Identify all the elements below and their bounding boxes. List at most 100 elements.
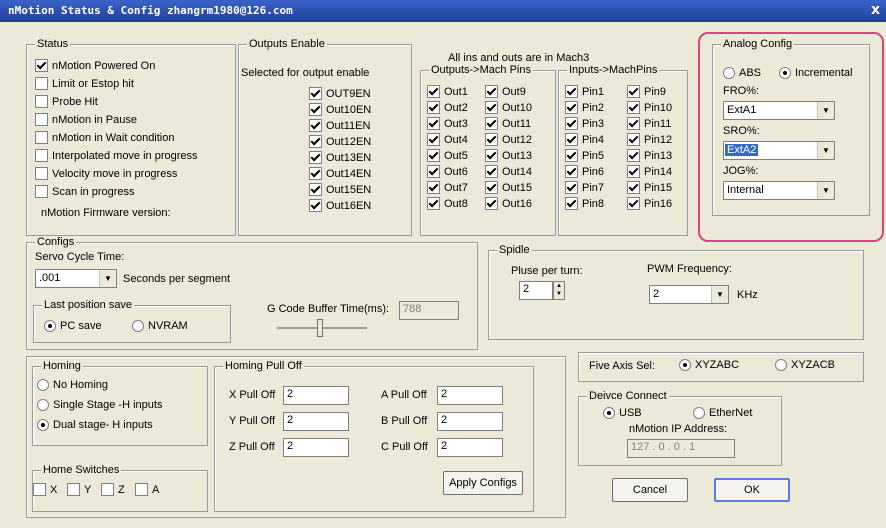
servo-select[interactable]: .001 ▼ (35, 269, 117, 288)
xyzacb-radio[interactable]: XYZACB (775, 359, 835, 371)
abs-radio[interactable]: ABS (723, 67, 761, 79)
chevron-down-icon[interactable]: ▼ (817, 182, 834, 199)
out-pin[interactable]: Out14 (485, 165, 532, 178)
checkbox-box (565, 101, 578, 114)
home-switch[interactable]: Z (101, 483, 125, 496)
homing-option[interactable]: Single Stage -H inputs (37, 399, 162, 411)
chevron-down-icon[interactable]: ▼ (99, 270, 116, 287)
sro-select[interactable]: ExtA2 ▼ (723, 141, 835, 160)
out-pin[interactable]: Out10 (485, 101, 532, 114)
in-pin[interactable]: Pin14 (627, 165, 672, 178)
in-pin[interactable]: Pin9 (627, 85, 666, 98)
in-pin[interactable]: Pin7 (565, 181, 604, 194)
chevron-down-icon[interactable]: ▼ (817, 102, 834, 119)
status-item[interactable]: nMotion in Wait condition (35, 131, 175, 144)
pwm-unit: KHz (737, 289, 758, 301)
out-pin[interactable]: Out6 (427, 165, 468, 178)
chevron-down-icon[interactable]: ▼ (711, 286, 728, 303)
ok-button[interactable]: OK (714, 478, 790, 502)
z-pull-off-input[interactable]: 2 (283, 438, 349, 457)
checkbox-box (485, 149, 498, 162)
gcode-slider-thumb[interactable] (317, 319, 323, 337)
status-item[interactable]: nMotion in Pause (35, 113, 137, 126)
out-pin[interactable]: Out5 (427, 149, 468, 162)
in-pin[interactable]: Pin8 (565, 197, 604, 210)
ip-input[interactable]: 127 . 0 . 0 . 1 (627, 439, 735, 458)
in-pin[interactable]: Pin3 (565, 117, 604, 130)
out-pin[interactable]: Out8 (427, 197, 468, 210)
status-item[interactable]: Scan in progress (35, 185, 135, 198)
status-item[interactable]: Velocity move in progress (35, 167, 177, 180)
output-enable-0[interactable]: OUT9EN (309, 87, 371, 100)
out-pin[interactable]: Out1 (427, 85, 468, 98)
home-switch[interactable]: X (33, 483, 57, 496)
y-pull-off-input[interactable]: 2 (283, 412, 349, 431)
status-item[interactable]: nMotion Powered On (35, 59, 155, 72)
pulse-input[interactable]: 2 (519, 281, 553, 300)
x-pull-off-input[interactable]: 2 (283, 386, 349, 405)
output-enable-1[interactable]: Out10EN (309, 103, 371, 116)
homing-option[interactable]: No Homing (37, 379, 108, 391)
b-pull-off-input[interactable]: 2 (437, 412, 503, 431)
fro-select[interactable]: ExtA1 ▼ (723, 101, 835, 120)
a-pull-off-input[interactable]: 2 (437, 386, 503, 405)
out-pin[interactable]: Out13 (485, 149, 532, 162)
checkbox-box (427, 117, 440, 130)
in-pin[interactable]: Pin4 (565, 133, 604, 146)
output-enable-3-label: Out12EN (326, 135, 372, 148)
in-pin[interactable]: Pin13 (627, 149, 672, 162)
jog-select[interactable]: Internal ▼ (723, 181, 835, 200)
output-enable-5[interactable]: Out14EN (309, 167, 371, 180)
in-pin[interactable]: Pin5 (565, 149, 604, 162)
out-pin[interactable]: Out15 (485, 181, 532, 194)
homing-option-label: Dual stage- H inputs (53, 419, 153, 431)
in-pin-label: Pin1 (582, 85, 605, 98)
xyzabc-radio[interactable]: XYZABC (679, 359, 739, 371)
in-pin[interactable]: Pin10 (627, 101, 672, 114)
incremental-radio[interactable]: Incremental (779, 67, 852, 79)
out-pin[interactable]: Out11 (485, 117, 531, 130)
pulse-spinner[interactable]: ▲ ▼ (553, 281, 565, 300)
checkbox-box (565, 117, 578, 130)
in-pin[interactable]: Pin16 (627, 197, 672, 210)
out-pin[interactable]: Out3 (427, 117, 468, 130)
out-pin[interactable]: Out12 (485, 133, 532, 146)
in-pin[interactable]: Pin6 (565, 165, 604, 178)
output-enable-6[interactable]: Out15EN (309, 183, 371, 196)
out-pin[interactable]: Out7 (427, 181, 468, 194)
home-switch[interactable]: A (135, 483, 159, 496)
in-pin[interactable]: Pin12 (627, 133, 672, 146)
homing-option[interactable]: Dual stage- H inputs (37, 419, 153, 431)
cancel-button[interactable]: Cancel (612, 478, 688, 502)
pc-save-radio[interactable]: PC save (44, 320, 102, 332)
c-pull-off-input[interactable]: 2 (437, 438, 503, 457)
out-pin[interactable]: Out16 (485, 197, 532, 210)
output-enable-7[interactable]: Out16EN (309, 199, 371, 212)
chevron-down-icon[interactable]: ▼ (817, 142, 834, 159)
ethernet-radio[interactable]: EtherNet (693, 407, 752, 419)
c-pull-off-label: C Pull Off (381, 441, 428, 453)
status-item[interactable]: Probe Hit (35, 95, 98, 108)
spindle-group: Spidle Pluse per turn: 2 ▲ ▼ PWM Frequenc… (488, 244, 864, 340)
output-enable-2[interactable]: Out11EN (309, 119, 370, 132)
pwm-select[interactable]: 2 ▼ (649, 285, 729, 304)
status-item[interactable]: Limit or Estop hit (35, 77, 134, 90)
out-pin[interactable]: Out4 (427, 133, 468, 146)
out-pin[interactable]: Out9 (485, 85, 526, 98)
home-switch[interactable]: Y (67, 483, 91, 496)
apply-configs-button[interactable]: Apply Configs (443, 471, 523, 495)
in-pin[interactable]: Pin2 (565, 101, 604, 114)
output-enable-3[interactable]: Out12EN (309, 135, 371, 148)
out-pin[interactable]: Out2 (427, 101, 468, 114)
status-item[interactable]: Interpolated move in progress (35, 149, 198, 162)
output-enable-4[interactable]: Out13EN (309, 151, 371, 164)
nvram-radio[interactable]: NVRAM (132, 320, 188, 332)
inputs-mach-group: Inputs->MachPins Pin1 Pin2 Pin3 Pin4 Pin5 Pin… (558, 64, 688, 236)
usb-radio[interactable]: USB (603, 407, 642, 419)
in-pin[interactable]: Pin1 (565, 85, 604, 98)
gcode-buffer-input[interactable]: 788 (399, 301, 459, 320)
in-pin[interactable]: Pin15 (627, 181, 672, 194)
close-icon[interactable]: x (871, 2, 880, 18)
outputs-enable-legend: Outputs Enable (247, 38, 327, 50)
in-pin[interactable]: Pin11 (627, 117, 671, 130)
